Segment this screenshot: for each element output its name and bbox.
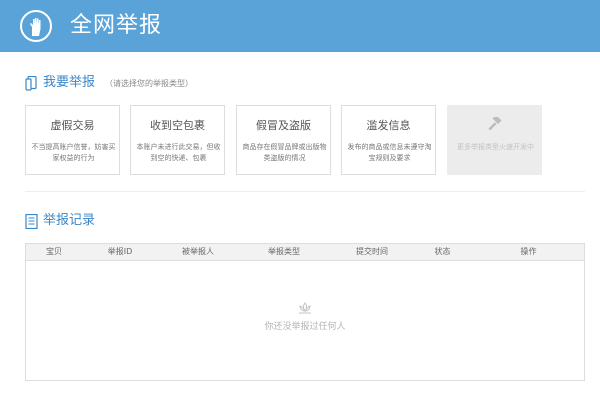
section-divider xyxy=(25,191,585,192)
card-desc: 本账户未进行此交易，但收到空的快递、包裹 xyxy=(136,143,221,162)
report-card-counterfeit[interactable]: 假冒及盗版 商品存在假冒品牌或出版物类盗版的情况 xyxy=(236,105,331,175)
phone-icon xyxy=(25,76,37,91)
document-icon xyxy=(25,214,38,229)
report-card-more-coming: 更多举报类型火速开发中 xyxy=(447,105,542,175)
card-title: 收到空包裹 xyxy=(150,119,205,132)
gavel-icon xyxy=(488,117,502,131)
card-desc: 不当提高账户信誉，妨害买家权益的行为 xyxy=(31,143,116,162)
card-desc: 更多举报类型火速开发中 xyxy=(457,143,534,151)
column-header-report-id: 举报ID xyxy=(107,247,133,256)
lotus-icon xyxy=(299,302,311,314)
column-header-submit-time: 提交时间 xyxy=(356,247,388,256)
report-section-title: 我要举报 xyxy=(43,75,96,90)
card-desc: 发布的商品或信息未遵守淘宝规则及要求 xyxy=(347,143,432,162)
card-title: 滥发信息 xyxy=(366,119,411,132)
card-title: 虚假交易 xyxy=(50,119,95,132)
records-table: 宝贝 举报ID 被举报人 举报类型 提交时间 状态 操作 你还没举报过任何人 xyxy=(25,243,585,381)
card-desc: 商品存在假冒品牌或出版物类盗版的情况 xyxy=(242,143,327,162)
column-header-report-type: 举报类型 xyxy=(268,247,300,256)
column-header-reported-user: 被举报人 xyxy=(182,247,214,256)
empty-state-text: 你还没举报过任何人 xyxy=(264,322,346,332)
report-card-spam-info[interactable]: 滥发信息 发布的商品或信息未遵守淘宝规则及要求 xyxy=(341,105,436,175)
column-header-actions: 操作 xyxy=(520,247,537,256)
table-header: 宝贝 举报ID 被举报人 举报类型 提交时间 状态 操作 xyxy=(26,244,584,261)
card-title: 假冒及盗版 xyxy=(256,119,311,132)
hand-icon xyxy=(20,10,52,42)
header-bar: 全网举报 xyxy=(0,0,600,52)
records-section-title: 举报记录 xyxy=(43,213,96,228)
report-section-hint: （请选择您的举报类型） xyxy=(105,79,193,88)
column-header-item: 宝贝 xyxy=(46,247,62,256)
page-title: 全网举报 xyxy=(70,13,163,38)
column-header-status: 状态 xyxy=(434,247,451,256)
report-card-fake-transaction[interactable]: 虚假交易 不当提高账户信誉，妨害买家权益的行为 xyxy=(25,105,120,175)
report-card-empty-package[interactable]: 收到空包裹 本账户未进行此交易，但收到空的快递、包裹 xyxy=(130,105,225,175)
